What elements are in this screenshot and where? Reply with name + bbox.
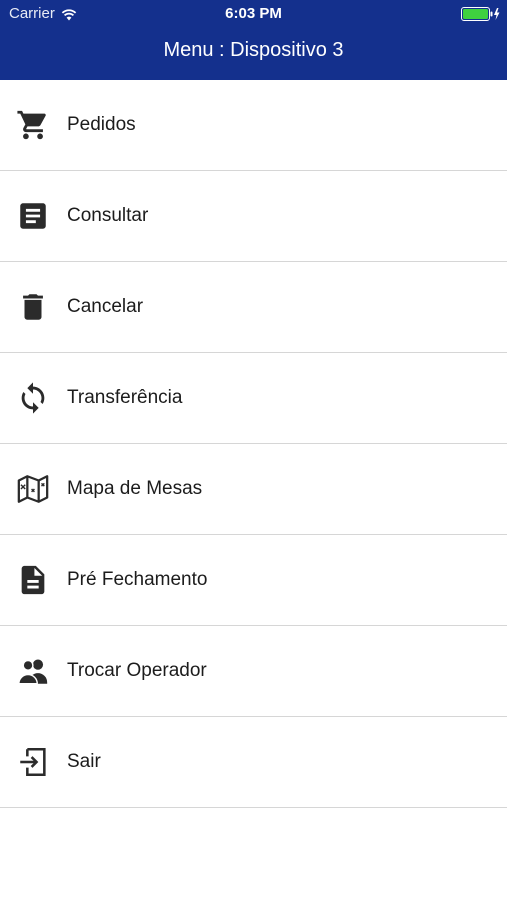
cart-icon [16, 108, 50, 142]
status-bar: Carrier 6:03 PM [0, 0, 507, 28]
menu-item-label: Transferência [67, 387, 183, 408]
status-time: 6:03 PM [225, 5, 282, 22]
users-icon [16, 654, 50, 688]
trash-icon [16, 290, 50, 324]
file-text-icon [16, 563, 50, 597]
menu-item-label: Pré Fechamento [67, 569, 208, 590]
menu-item-cancelar[interactable]: Cancelar [0, 262, 507, 353]
menu-item-pedidos[interactable]: Pedidos [0, 80, 507, 171]
menu-item-label: Consultar [67, 205, 149, 226]
battery-icon [461, 7, 501, 21]
menu-item-trocar-operador[interactable]: Trocar Operador [0, 626, 507, 717]
menu-item-label: Trocar Operador [67, 660, 207, 681]
nav-title: Menu : Dispositivo 3 [163, 39, 344, 61]
menu-item-label: Mapa de Mesas [67, 478, 203, 499]
navigation-bar: Carrier 6:03 PM Menu : Dispositivo 3 [0, 0, 507, 80]
menu-item-label: Sair [67, 751, 101, 772]
menu-item-transferencia[interactable]: Transferência [0, 353, 507, 444]
menu-list: Pedidos Consultar Cancelar Transferência… [0, 80, 507, 808]
map-icon [16, 472, 50, 506]
menu-item-sair[interactable]: Sair [0, 717, 507, 808]
document-list-icon [16, 199, 50, 233]
menu-item-mapa-de-mesas[interactable]: Mapa de Mesas [0, 444, 507, 535]
app-screen: Carrier 6:03 PM Menu : Dispositivo 3 Ped… [0, 0, 507, 900]
menu-item-consultar[interactable]: Consultar [0, 171, 507, 262]
exit-icon [16, 745, 50, 779]
menu-item-label: Pedidos [67, 114, 136, 135]
menu-item-label: Cancelar [67, 296, 144, 317]
menu-item-pre-fechamento[interactable]: Pré Fechamento [0, 535, 507, 626]
refresh-icon [16, 381, 50, 415]
